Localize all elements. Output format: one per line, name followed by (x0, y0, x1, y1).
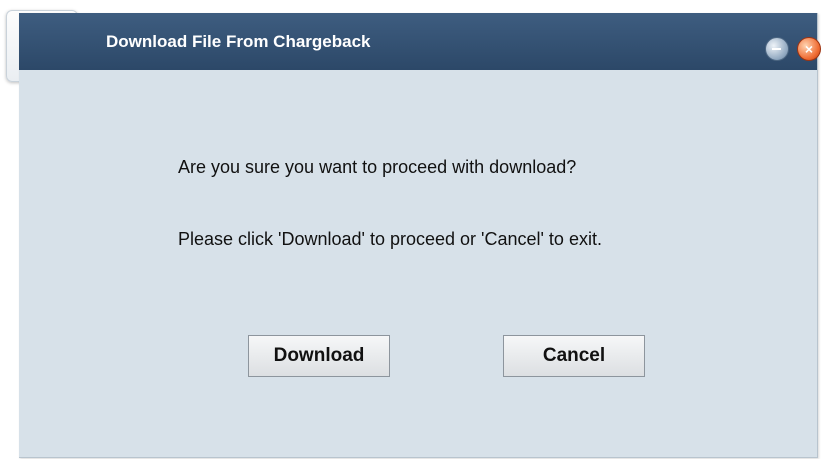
download-button[interactable]: Download (248, 335, 390, 377)
close-icon[interactable]: × (797, 37, 821, 61)
close-glyph: × (804, 41, 814, 57)
cancel-button[interactable]: Cancel (503, 335, 645, 377)
download-dialog: Download File From Chargeback × Are you … (19, 13, 821, 458)
confirmation-instruction: Please click 'Download' to proceed or 'C… (178, 229, 602, 249)
minimize-icon[interactable] (765, 37, 789, 61)
confirmation-question: Are you sure you want to proceed with do… (178, 157, 577, 177)
title-bar[interactable]: Download File From Chargeback × (19, 13, 821, 70)
window-title: Download File From Chargeback (106, 32, 371, 51)
